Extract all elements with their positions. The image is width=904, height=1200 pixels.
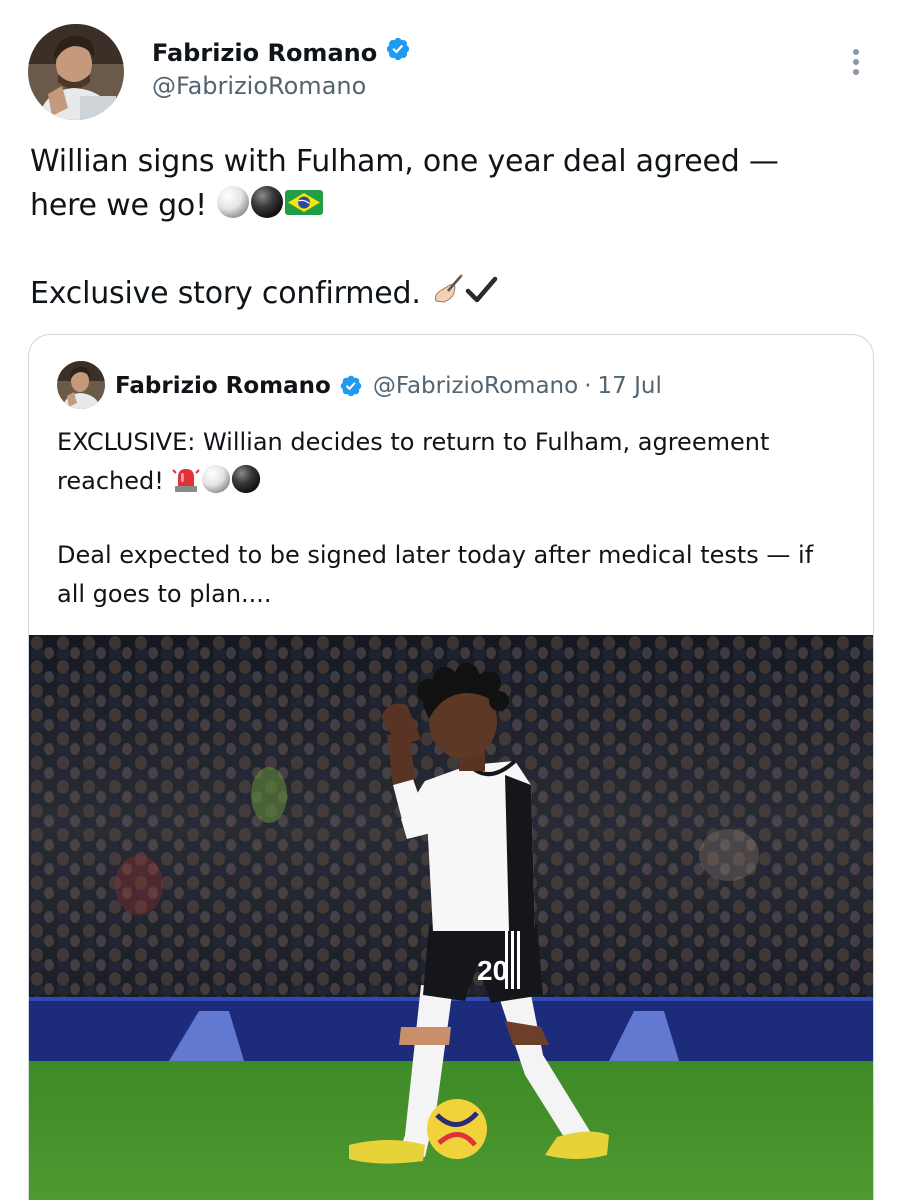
quoted-paragraph-2: Deal expected to be signed later today a…: [57, 536, 847, 614]
quoted-tweet-header: Fabrizio Romano @FabrizioRomano · 17 Jul: [115, 369, 662, 403]
check-mark-emoji: [464, 273, 498, 307]
quoted-author-handle[interactable]: @FabrizioRomano: [373, 373, 578, 399]
author-handle[interactable]: @FabrizioRomano: [152, 70, 366, 102]
quoted-tweet-text: EXCLUSIVE: Willian decides to return to …: [57, 423, 847, 614]
quoted-paragraph-1: EXCLUSIVE: Willian decides to return to …: [57, 423, 847, 501]
quoted-line-1: EXCLUSIVE: Willian decides to return to …: [57, 428, 770, 456]
quoted-author-avatar[interactable]: [57, 361, 105, 409]
quoted-paragraph-2-line-2: all goes to plan....: [57, 580, 272, 608]
quoted-tweet-media[interactable]: 20: [29, 635, 873, 1200]
tweet-line-1: Willian signs with Fulham, one year deal…: [30, 144, 779, 179]
quoted-line-2: reached!: [57, 467, 164, 495]
black-ball-emoji: [250, 185, 284, 219]
verified-badge-icon: [385, 36, 411, 70]
football-player-photo: 20: [29, 635, 873, 1200]
tweet-text: Willian signs with Fulham, one year deal…: [30, 140, 880, 316]
tweet-paragraph-2: Exclusive story confirmed.: [30, 272, 880, 316]
brazil-flag-emoji: [284, 185, 324, 219]
more-options-button[interactable]: [838, 44, 874, 80]
avatar-image: [57, 361, 105, 409]
white-ball-emoji: [216, 185, 250, 219]
quoted-tweet-card[interactable]: Fabrizio Romano @FabrizioRomano · 17 Jul…: [28, 334, 874, 1200]
quoted-paragraph-2-line-1: Deal expected to be signed later today a…: [57, 541, 814, 569]
quoted-author-name[interactable]: Fabrizio Romano: [115, 373, 331, 399]
author-name-row[interactable]: Fabrizio Romano: [152, 36, 411, 70]
quoted-tweet-date[interactable]: 17 Jul: [598, 373, 662, 399]
more-vertical-icon: [853, 49, 859, 75]
author-name[interactable]: Fabrizio Romano: [152, 37, 377, 69]
tweet-paragraph-2-text: Exclusive story confirmed.: [30, 276, 421, 311]
header-separator: ·: [584, 373, 592, 399]
tweet-paragraph-1: Willian signs with Fulham, one year deal…: [30, 140, 880, 228]
tweet-line-2: here we go!: [30, 188, 207, 223]
avatar-image: [28, 24, 124, 120]
shirt-number: 20: [477, 955, 508, 986]
black-ball-emoji: [231, 464, 261, 494]
verified-badge-icon: [339, 374, 363, 398]
rotating-light-emoji: [171, 464, 201, 494]
author-avatar[interactable]: [28, 24, 124, 120]
white-ball-emoji: [201, 464, 231, 494]
writing-hand-emoji: [430, 273, 464, 307]
